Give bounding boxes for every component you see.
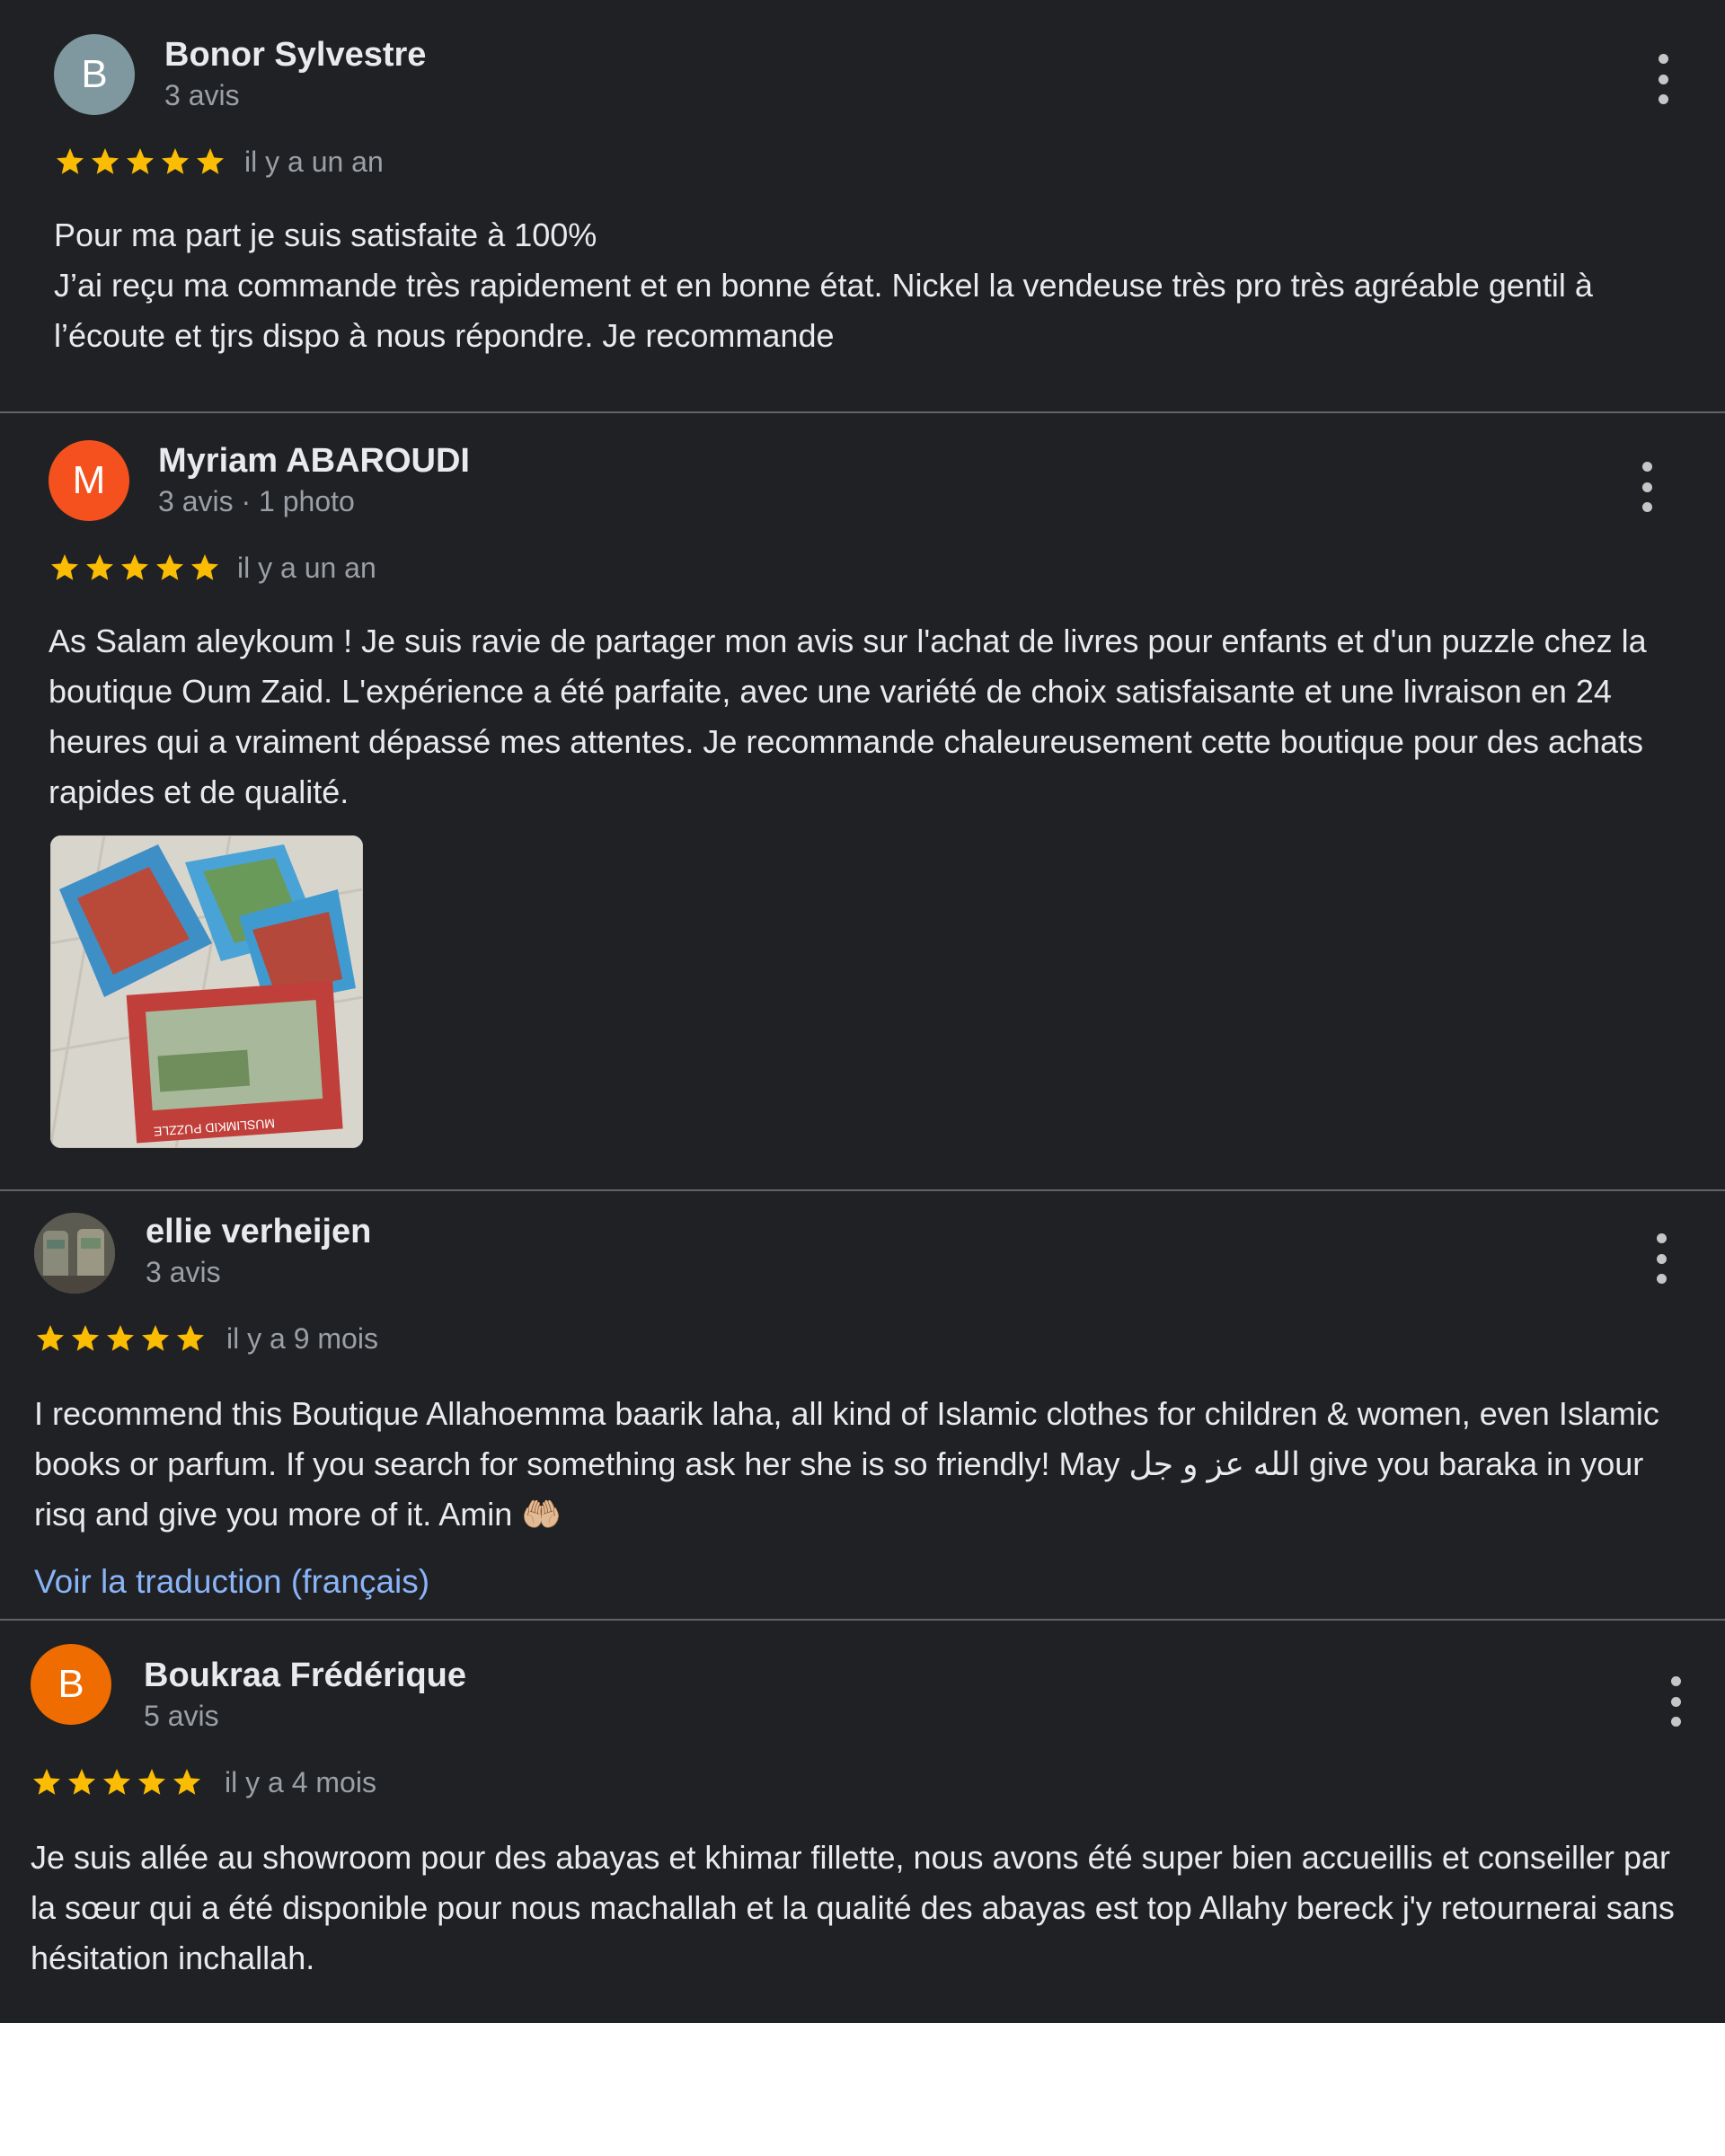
reviewer-meta: 3 avis · 1 photo — [158, 485, 355, 517]
reviewer-name[interactable]: ellie verheijen — [146, 1213, 371, 1251]
star-rating — [34, 1322, 207, 1355]
review-card: M Myriam ABAROUDI 3 avis · 1 photo il y … — [0, 413, 1725, 1189]
avatar[interactable] — [34, 1213, 115, 1294]
star-icon — [127, 148, 154, 174]
star-icon — [72, 1325, 99, 1351]
star-icon — [142, 1325, 169, 1351]
star-icon — [103, 1769, 130, 1795]
star-rating — [49, 552, 221, 584]
more-options-icon[interactable] — [1662, 1676, 1689, 1727]
avatar-photo — [34, 1213, 115, 1294]
avatar[interactable]: M — [49, 440, 129, 521]
review-text: I recommend this Boutique Allahoemma baa… — [34, 1395, 1659, 1533]
star-icon — [138, 1769, 165, 1795]
review-photo[interactable]: MUSLIMKID PUZZLE — [50, 835, 363, 1148]
review-date: il y a 4 mois — [225, 1766, 376, 1798]
puzzle-boxes-photo: MUSLIMKID PUZZLE — [50, 835, 363, 1148]
reviewer-name[interactable]: Boukraa Frédérique — [144, 1657, 466, 1695]
review-text: As Salam aleykoum ! Je suis ravie de par… — [49, 623, 1647, 810]
review-date: il y a un an — [244, 146, 384, 178]
star-icon — [107, 1325, 134, 1351]
review-card: ellie verheijen 3 avis il y a 9 mois I r… — [0, 1191, 1725, 1619]
star-icon — [92, 148, 119, 174]
review-card: B Bonor Sylvestre 3 avis il y a un an Po… — [0, 0, 1725, 411]
star-rating — [54, 146, 226, 178]
avatar[interactable]: B — [31, 1644, 111, 1725]
star-icon — [121, 554, 148, 580]
star-icon — [162, 148, 189, 174]
see-translation-link[interactable]: Voir la traduction (français) — [34, 1563, 429, 1601]
reviewer-name[interactable]: Myriam ABAROUDI — [158, 442, 470, 481]
star-icon — [191, 554, 218, 580]
review-date: il y a 9 mois — [226, 1322, 378, 1355]
star-icon — [197, 148, 224, 174]
star-icon — [173, 1769, 200, 1795]
more-options-icon[interactable] — [1650, 54, 1676, 104]
reviewer-meta: 5 avis — [144, 1700, 219, 1732]
star-icon — [156, 554, 183, 580]
star-icon — [86, 554, 113, 580]
review-text: Pour ma part je suis satisfaite à 100% J… — [54, 216, 1593, 354]
star-rating — [31, 1766, 203, 1798]
star-icon — [33, 1769, 60, 1795]
star-icon — [37, 1325, 64, 1351]
more-options-icon[interactable] — [1633, 462, 1660, 512]
review-date: il y a un an — [237, 552, 376, 584]
star-icon — [68, 1769, 95, 1795]
review-card: B Boukraa Frédérique 5 avis il y a 4 moi… — [0, 1621, 1725, 2023]
star-icon — [57, 148, 84, 174]
review-text: Je suis allée au showroom pour des abaya… — [31, 1839, 1675, 1976]
star-icon — [51, 554, 78, 580]
more-options-icon[interactable] — [1648, 1233, 1675, 1284]
reviewer-meta: 3 avis — [164, 79, 240, 111]
avatar[interactable]: B — [54, 34, 135, 115]
reviewer-name[interactable]: Bonor Sylvestre — [164, 36, 426, 75]
reviewer-meta: 3 avis — [146, 1256, 221, 1288]
star-icon — [177, 1325, 204, 1351]
